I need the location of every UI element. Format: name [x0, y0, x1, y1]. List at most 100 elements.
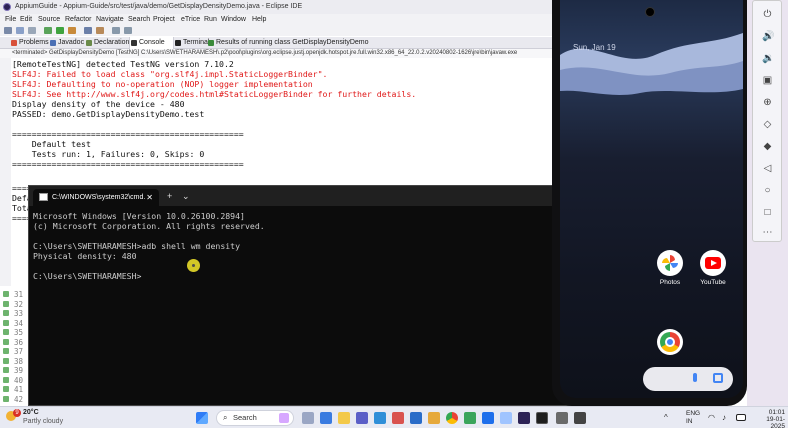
save-icon[interactable] [16, 27, 24, 34]
back-icon[interactable]: ◁ [762, 163, 773, 174]
run-icon[interactable] [56, 27, 64, 34]
eclipse-logo-icon [3, 3, 11, 11]
system-clock[interactable]: 01:01 19-01-2025 [757, 409, 785, 430]
vscode-icon[interactable] [482, 412, 494, 424]
eclipse-menu-bar: File Edit Source Refactor Navigate Searc… [0, 14, 552, 25]
terminal-taskbar-icon[interactable] [536, 412, 548, 424]
app-taskbar-icon[interactable] [574, 412, 586, 424]
windows-taskbar: 9 20°C Partly cloudy ⌕ Search ^ ENG IN ◠… [0, 406, 788, 430]
front-camera [645, 7, 655, 17]
phone-screen[interactable]: Photos YouTube [560, 0, 743, 398]
line-number: 32 [14, 299, 24, 309]
language-indicator[interactable]: ENG IN [686, 410, 700, 426]
home-icon[interactable]: ○ [762, 185, 773, 196]
file-explorer-icon[interactable] [338, 412, 350, 424]
tray-chevron-icon[interactable]: ^ [664, 412, 672, 424]
rotate-left-icon[interactable]: ◇ [762, 119, 773, 130]
cmd-line: Microsoft Windows [Version 10.0.26100.28… [33, 211, 245, 221]
outlook-icon[interactable] [410, 412, 422, 424]
android-studio-icon[interactable] [464, 412, 476, 424]
menu-navigate[interactable]: Navigate [96, 14, 124, 25]
cmd-icon [39, 193, 48, 201]
emulator-icon[interactable] [500, 412, 512, 424]
volume-down-icon[interactable]: 🔉 [762, 53, 774, 64]
play-icon [711, 260, 717, 266]
edge-icon[interactable] [374, 412, 386, 424]
task-view-icon[interactable] [302, 412, 314, 424]
rotate-right-icon[interactable]: ◆ [762, 141, 773, 152]
search-icon: ⌕ [223, 413, 228, 422]
debug-icon[interactable] [44, 27, 52, 34]
gutter-marker-icon [3, 329, 9, 335]
menu-file[interactable]: File [5, 14, 16, 25]
chrome-taskbar-icon[interactable] [446, 412, 458, 424]
folder-icon[interactable] [428, 412, 440, 424]
menu-window[interactable]: Window [221, 14, 246, 25]
save-all-icon[interactable] [28, 27, 36, 34]
power-icon[interactable]: ⏻ [762, 9, 773, 20]
phone-taskbar-icon[interactable] [556, 412, 568, 424]
lens-icon[interactable] [713, 373, 723, 383]
more-icon[interactable]: ⋯ [762, 227, 773, 238]
google-search-bar[interactable] [643, 367, 733, 391]
tab-declaration[interactable]: Declaration [85, 37, 129, 49]
open-type-icon[interactable] [84, 27, 92, 34]
battery-icon[interactable] [736, 414, 746, 421]
mic-icon[interactable] [693, 373, 697, 382]
overview-icon[interactable]: □ [762, 207, 773, 218]
navigate-back-icon[interactable] [112, 27, 120, 34]
cmd-line: (c) Microsoft Corporation. All rights re… [33, 221, 265, 231]
tab-testng-results[interactable]: Results of running class GetDisplayDensi… [207, 37, 369, 49]
office-icon[interactable] [392, 412, 404, 424]
menu-project[interactable]: Project [153, 14, 175, 25]
external-tools-icon[interactable] [68, 27, 76, 34]
zoom-icon[interactable]: ⊕ [762, 97, 773, 108]
youtube-label: YouTube [700, 279, 726, 286]
tab-javadoc[interactable]: Javadoc [49, 37, 84, 49]
testng-icon [208, 40, 214, 46]
menu-etrice[interactable]: eTrice [181, 14, 200, 25]
teams-icon[interactable] [356, 412, 368, 424]
cmd-line: C:\Users\SWETHARAMESH>adb shell wm densi… [33, 241, 241, 251]
menu-source[interactable]: Source [38, 14, 60, 25]
search-toolbar-icon[interactable] [96, 27, 104, 34]
console-line: ========================================… [12, 159, 244, 169]
menu-edit[interactable]: Edit [20, 14, 32, 25]
line-number: 34 [14, 318, 24, 328]
tab-console[interactable]: Console [129, 37, 174, 49]
photos-pinwheel-icon [662, 255, 678, 271]
console-line: SLF4J: See http://www.slf4j.org/codes.ht… [12, 89, 417, 99]
tab-terminal[interactable]: Terminal [174, 37, 209, 49]
gutter-marker-icon [3, 348, 9, 354]
cmd-title-bar[interactable]: C:\WINDOWS\system32\cmd. ✕ + ⌄ — ☐ ✕ [29, 186, 639, 206]
youtube-app-icon[interactable] [700, 250, 726, 276]
taskbar-search[interactable]: ⌕ Search [216, 410, 294, 426]
javadoc-icon [50, 40, 56, 46]
start-icon[interactable] [196, 412, 208, 424]
cmd-prompt[interactable]: C:\Users\SWETHARAMESH> [33, 271, 265, 281]
line-number: 41 [14, 385, 24, 394]
new-tab-button[interactable]: + [167, 189, 172, 203]
photos-app-icon[interactable] [657, 250, 683, 276]
menu-run[interactable]: Run [204, 14, 217, 25]
widgets-icon[interactable] [320, 412, 332, 424]
volume-up-icon[interactable]: 🔊 [762, 31, 774, 42]
tab-problems[interactable]: Problems [10, 37, 49, 49]
menu-search[interactable]: Search [128, 14, 150, 25]
close-tab-icon[interactable]: ✕ [146, 189, 153, 206]
volume-icon[interactable]: ♪ [722, 412, 732, 424]
cmd-output[interactable]: Microsoft Windows [Version 10.0.26100.28… [33, 211, 265, 281]
new-icon[interactable] [4, 27, 12, 34]
chrome-icon[interactable] [657, 329, 683, 355]
gutter-marker-icon [3, 291, 9, 297]
menu-refactor[interactable]: Refactor [65, 14, 91, 25]
camera-icon[interactable]: ▣ [762, 75, 773, 86]
tab-dropdown-icon[interactable]: ⌄ [182, 189, 190, 203]
eclipse-taskbar-icon[interactable] [518, 412, 530, 424]
wifi-icon[interactable]: ◠ [708, 412, 718, 424]
menu-help[interactable]: Help [252, 14, 266, 25]
navigate-forward-icon[interactable] [124, 27, 132, 34]
cmd-window[interactable]: C:\WINDOWS\system32\cmd. ✕ + ⌄ — ☐ ✕ Mic… [28, 185, 640, 406]
cmd-tab[interactable]: C:\WINDOWS\system32\cmd. ✕ [33, 189, 159, 206]
weather-desc: Partly cloudy [23, 418, 64, 425]
